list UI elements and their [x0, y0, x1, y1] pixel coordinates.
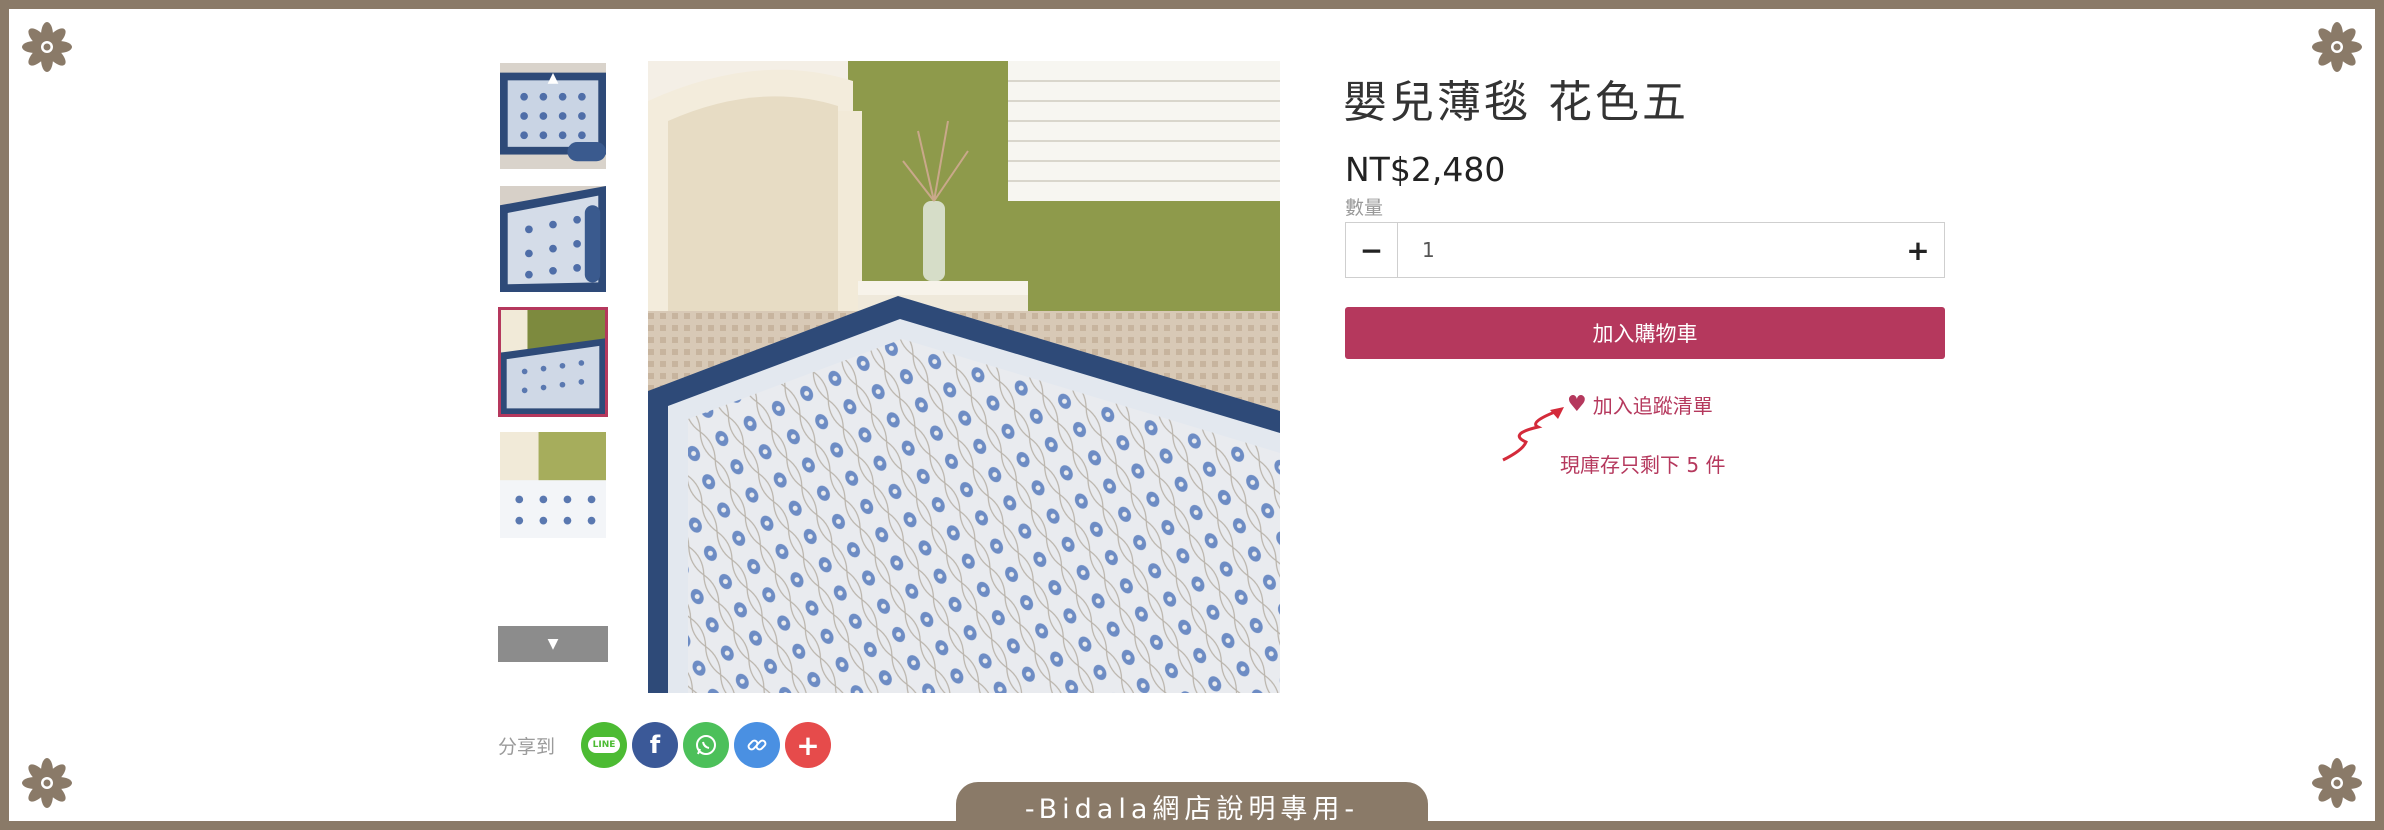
thumbnail-3[interactable] — [498, 307, 608, 417]
scroll-down-button[interactable]: ▼ — [498, 626, 608, 662]
main-product-image[interactable] — [648, 61, 1280, 693]
quantity-stepper: − 1 + — [1345, 222, 1945, 278]
share-bar: 分享到 LINE f + — [498, 721, 836, 769]
quantity-input[interactable]: 1 — [1398, 223, 1892, 277]
quantity-increase-button[interactable]: + — [1892, 223, 1944, 277]
flower-ornament-icon — [19, 19, 75, 75]
share-copy-link-button[interactable] — [734, 722, 781, 768]
add-to-wishlist-link[interactable]: ♥ 加入追蹤清單 — [1567, 390, 1713, 419]
whatsapp-icon — [696, 735, 717, 755]
stock-notice: 現庫存只剩下 5 件 — [1560, 453, 1726, 477]
plus-icon: + — [1906, 233, 1930, 267]
share-facebook-button[interactable]: f — [632, 722, 679, 768]
product-title: 嬰兒薄毯 花色五 — [1343, 77, 1689, 128]
quantity-label: 數量 — [1345, 197, 1384, 219]
share-line-button[interactable]: LINE — [581, 722, 628, 768]
footer-tab: -Bidala網店說明專用- — [956, 782, 1428, 830]
share-more-button[interactable]: + — [785, 722, 832, 768]
thumbnail-4[interactable] — [498, 430, 608, 540]
chevron-down-icon: ▼ — [547, 636, 559, 652]
annotation-arrow-icon — [1502, 407, 1564, 462]
line-icon: LINE — [587, 737, 621, 753]
wishlist-label: 加入追蹤清單 — [1592, 394, 1713, 418]
add-to-cart-button[interactable]: 加入購物車 — [1345, 307, 1945, 359]
link-icon — [747, 739, 767, 751]
flower-ornament-icon — [2309, 19, 2365, 75]
quantity-decrease-button[interactable]: − — [1346, 223, 1398, 277]
thumbnail-2[interactable] — [498, 184, 608, 294]
scroll-up-icon[interactable]: ▲ — [548, 71, 559, 85]
thumbnail-1[interactable]: ▲ — [498, 61, 608, 171]
flower-ornament-icon — [19, 755, 75, 811]
share-label: 分享到 — [498, 735, 556, 758]
plus-icon: + — [796, 728, 820, 762]
product-price: NT$2,480 — [1345, 150, 1506, 189]
share-whatsapp-button[interactable] — [683, 722, 730, 768]
facebook-icon: f — [649, 731, 661, 759]
heart-icon: ♥ — [1567, 392, 1587, 417]
minus-icon: − — [1359, 233, 1384, 267]
flower-ornament-icon — [2309, 755, 2365, 811]
